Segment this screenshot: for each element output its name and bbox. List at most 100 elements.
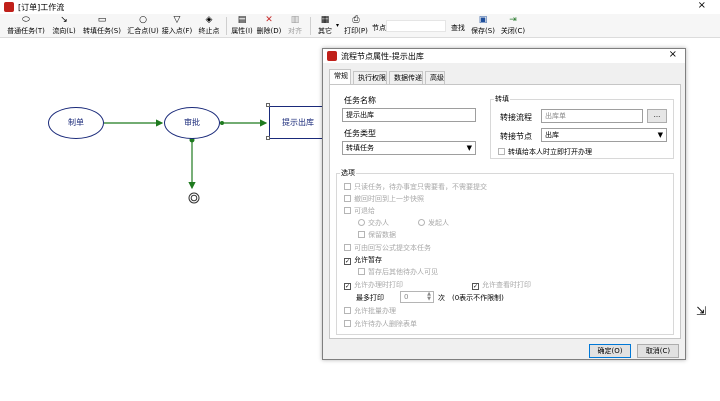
- align-button[interactable]: ▥ 对齐: [284, 15, 306, 37]
- find-button[interactable]: 查找: [451, 23, 465, 33]
- task-name-input[interactable]: 提示出库: [342, 108, 476, 122]
- chevron-down-icon: ▼: [466, 144, 472, 152]
- checkbox-label: 只读任务，待办事宜只需要看，不需要提交: [354, 183, 487, 191]
- dialog-close-button[interactable]: ×: [669, 49, 677, 60]
- browse-flow-button[interactable]: ...: [647, 109, 667, 123]
- tab-advanced[interactable]: 高级: [425, 71, 445, 85]
- stop-icon: ◈: [205, 15, 213, 25]
- transfer-task-button[interactable]: ▭ 转填任务(S): [80, 15, 124, 37]
- cancel-button[interactable]: 取消(C): [637, 344, 679, 358]
- button-label: 关闭(C): [500, 27, 526, 35]
- checkbox-box: [344, 183, 351, 190]
- resize-handle[interactable]: [266, 136, 270, 140]
- flow-button[interactable]: ↘ 流向(L): [50, 15, 78, 37]
- exit-icon: ⇥: [509, 15, 517, 25]
- end-node[interactable]: [188, 192, 200, 204]
- delete-button[interactable]: ✕ 删除(D): [256, 15, 282, 37]
- max-print-spinner[interactable]: 0 ▲ ▼: [400, 291, 434, 303]
- button-label: 终止点: [198, 27, 220, 35]
- back-to-previous-checkbox[interactable]: 撤回时回到上一步快照: [344, 194, 424, 204]
- window-title: [订单]工作流: [18, 3, 65, 12]
- allow-batch-checkbox[interactable]: 允许批量办理: [344, 306, 396, 316]
- transfer-group-label: 转填: [494, 94, 510, 104]
- tab-permissions[interactable]: 执行权限: [353, 71, 387, 85]
- delete-icon: ✕: [265, 15, 273, 25]
- spinner-arrows-icon: ▲ ▼: [427, 291, 431, 302]
- checkbox-label: 暂存后其他待办人可见: [368, 268, 438, 276]
- flow-icon: ↘: [60, 15, 68, 25]
- button-label: 删除(D): [256, 27, 282, 35]
- task-type-select[interactable]: 转填任务 ▼: [342, 141, 476, 155]
- node-outbound-notice[interactable]: 提示出库: [269, 106, 327, 139]
- ok-button[interactable]: 确定(O): [589, 344, 631, 358]
- end-node-inner: [190, 194, 198, 202]
- toolbar-separator: [310, 17, 311, 35]
- return-to-handler-radio[interactable]: 交办人: [358, 218, 389, 228]
- entry-point-button[interactable]: ▽ 接入点(F): [160, 15, 194, 37]
- save-button[interactable]: ▣ 保存(S): [470, 15, 496, 37]
- pause-visible-checkbox[interactable]: 暂存后其他待办人可见: [358, 267, 438, 277]
- button-label: 普通任务(T): [7, 27, 45, 35]
- dialog-title-bar: 流程节点属性-提示出库 ×: [323, 49, 685, 63]
- button-label: 流向(L): [52, 27, 76, 35]
- checkbox-box: [358, 231, 365, 238]
- can-return-checkbox[interactable]: 可退给: [344, 206, 375, 216]
- toolbar-separator: [226, 17, 227, 35]
- max-print-label: 最多打印: [356, 294, 384, 302]
- max-print-unit: 次: [438, 294, 445, 302]
- node-search-input[interactable]: [386, 20, 446, 32]
- resize-handle[interactable]: [266, 103, 270, 107]
- properties-icon: ▤: [237, 15, 247, 25]
- normal-task-button[interactable]: ⬭ 普通任务(T): [4, 15, 48, 37]
- button-label: 汇合点(U): [127, 27, 159, 35]
- button-label: 其它: [318, 27, 332, 35]
- dialog-app-icon: [327, 51, 337, 61]
- node-approve[interactable]: 审批: [164, 107, 220, 139]
- align-icon: ▥: [290, 15, 300, 25]
- node-properties-dialog: 流程节点属性-提示出库 × 常规 执行权限 数据传递 高级 任务名称 提示出库 …: [322, 48, 686, 360]
- properties-button[interactable]: ▤ 属性(I): [229, 15, 255, 37]
- save-icon: ▣: [478, 15, 488, 25]
- circle-icon: ○: [139, 15, 147, 25]
- formula-submit-checkbox[interactable]: 可由回写公式提交本任务: [344, 243, 431, 253]
- open-immediately-checkbox[interactable]: 转填给本人时立即打开办理: [498, 147, 592, 157]
- window-close-button[interactable]: ×: [698, 0, 706, 11]
- transfer-node-select[interactable]: 出库 ▼: [541, 128, 667, 142]
- read-only-checkbox[interactable]: 只读任务，待办事宜只需要看，不需要提交: [344, 182, 487, 192]
- checkbox-box: [344, 195, 351, 202]
- checkbox-label: 保留数据: [368, 231, 396, 239]
- other-button[interactable]: ▦ 其它: [314, 15, 336, 37]
- allow-pause-checkbox[interactable]: ✓ 允许暂存: [344, 255, 382, 265]
- print-when-viewing-checkbox[interactable]: ✓ 允许查看时打印: [472, 280, 531, 290]
- close-button[interactable]: ⇥ 关闭(C): [499, 15, 527, 37]
- checkbox-label: 允许办理时打印: [354, 281, 403, 289]
- radio-label: 发起人: [428, 219, 449, 227]
- print-when-handling-checkbox[interactable]: ✓ 允许办理时打印: [344, 280, 403, 290]
- task-type-value: 转填任务: [346, 144, 374, 152]
- tab-data-transfer[interactable]: 数据传递: [389, 71, 423, 85]
- task-name-label: 任务名称: [344, 96, 376, 105]
- options-group-label: 选项: [340, 168, 356, 178]
- button-label: 属性(I): [231, 27, 253, 35]
- return-to-initiator-radio[interactable]: 发起人: [418, 218, 449, 228]
- checkbox-box: [344, 320, 351, 327]
- keep-data-checkbox[interactable]: 保留数据: [358, 230, 396, 240]
- node-search-label: 节点: [372, 24, 386, 32]
- end-point-button[interactable]: ◈ 终止点: [196, 15, 222, 37]
- print-button[interactable]: ⎙ 打印(P): [342, 15, 370, 37]
- connector-dot: [220, 121, 224, 125]
- radio-label: 交办人: [368, 219, 389, 227]
- transfer-flow-input[interactable]: 出库单: [541, 109, 643, 123]
- checkbox-box: [498, 148, 505, 155]
- main-title-bar: [订单]工作流 ×: [0, 0, 720, 14]
- checkbox-box: [358, 268, 365, 275]
- node-make-order[interactable]: 制单: [48, 107, 104, 139]
- allow-delete-form-checkbox[interactable]: 允许待办人删除表单: [344, 319, 417, 329]
- check-icon: ✓: [344, 283, 351, 290]
- tab-general[interactable]: 常规: [329, 69, 351, 85]
- merge-point-button[interactable]: ○ 汇合点(U): [126, 15, 160, 37]
- checkbox-box: [344, 207, 351, 214]
- transfer-node-label: 转接节点: [500, 132, 532, 141]
- chevron-down-icon[interactable]: ▾: [336, 22, 339, 29]
- check-icon: ✓: [344, 258, 351, 265]
